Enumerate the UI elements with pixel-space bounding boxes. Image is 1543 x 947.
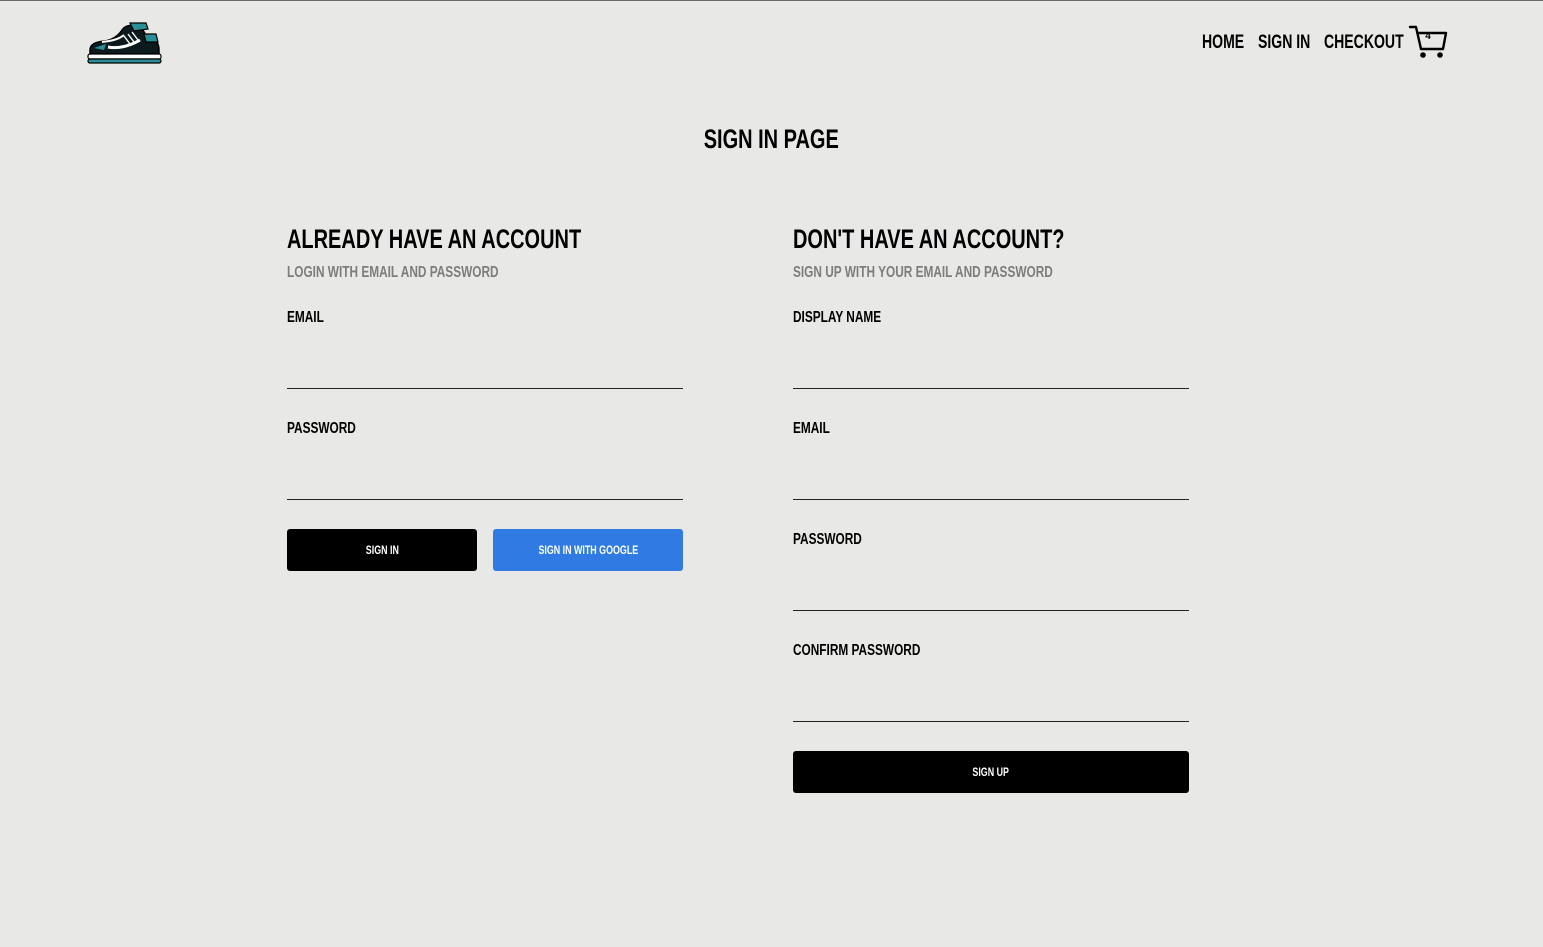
cart-button[interactable]: 4 <box>1408 22 1448 60</box>
top-border <box>0 0 1543 1</box>
sign-in-password-label: Password <box>287 420 356 437</box>
nav-home-link[interactable]: Home <box>1202 32 1259 54</box>
sign-up-email-input[interactable] <box>793 464 1189 500</box>
sign-in-subtitle: Login with email and password <box>287 264 499 281</box>
sign-in-email-input[interactable] <box>287 353 683 389</box>
sign-up-email-label: Email <box>793 420 830 437</box>
sign-up-password-label: Password <box>793 531 862 548</box>
sign-in-email-label: Email <box>287 309 324 326</box>
sneaker-logo-icon[interactable] <box>84 20 162 66</box>
sign-in-password-input[interactable] <box>287 464 683 500</box>
sign-in-button[interactable]: Sign in <box>287 529 477 571</box>
sign-in-google-button[interactable]: Sign in with Google <box>493 529 683 571</box>
sign-in-title: Already have an account <box>287 224 582 254</box>
sign-up-subtitle: Sign up with your email and password <box>793 264 1053 281</box>
sign-up-password-input[interactable] <box>793 575 1189 611</box>
sign-up-title: Don't have an account? <box>793 224 1065 254</box>
display-name-label: Display name <box>793 309 882 326</box>
nav-sign-in-link[interactable]: Sign in <box>1258 32 1329 54</box>
confirm-password-label: Confirm password <box>793 642 921 659</box>
confirm-password-input[interactable] <box>793 686 1189 722</box>
sign-up-button[interactable]: Sign up <box>793 751 1189 793</box>
page-title: Sign in page <box>703 124 840 154</box>
cart-count-badge: 4 <box>1425 31 1431 42</box>
display-name-input[interactable] <box>793 353 1189 389</box>
